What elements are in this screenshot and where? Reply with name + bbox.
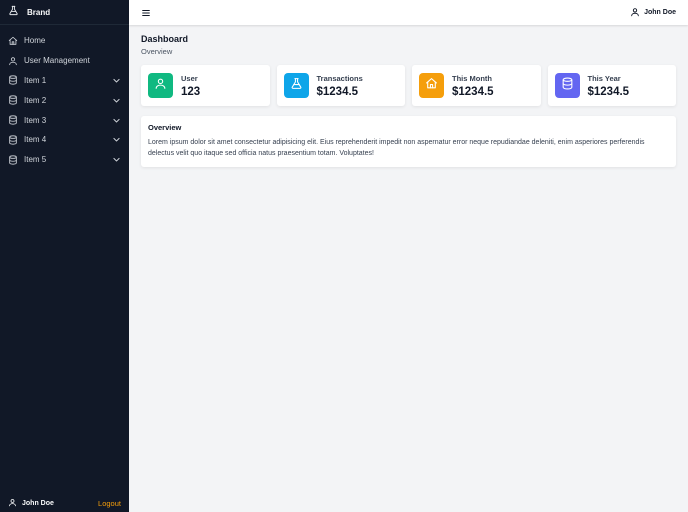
chevron-down-icon[interactable] (112, 116, 121, 125)
sidebar-item-item-1[interactable]: Item 1 (0, 71, 129, 91)
sidebar-item-label: Item 4 (24, 135, 47, 145)
sidebar-item-label: Item 2 (24, 95, 47, 105)
overview-text: Lorem ipsum dolor sit amet consectetur a… (148, 139, 645, 157)
sidebar-item-label: Item 3 (24, 115, 47, 125)
sidebar-item-home[interactable]: Home (0, 31, 129, 51)
stat-card-badge (283, 73, 309, 98)
stat-card-meta: User 123 (181, 74, 200, 98)
sidebar-user-name: John Doe (22, 499, 54, 507)
stat-card-title: This Year (587, 73, 621, 83)
stat-card-this-month: This Month $1234.5 (412, 65, 541, 106)
home-icon (425, 77, 438, 95)
stat-card-title: Transactions (316, 73, 363, 83)
stat-card-value: $1234.5 (452, 85, 494, 98)
chevron-down-icon[interactable] (112, 76, 121, 85)
home-icon (8, 36, 18, 46)
stat-card-value: $1234.5 (587, 85, 630, 98)
chevron-down-icon[interactable] (112, 155, 121, 164)
sidebar-footer: John Doe Logout (0, 494, 129, 512)
sidebar-item-item-2[interactable]: Item 2 (0, 90, 129, 110)
stat-card-meta: This Year $1234.5 (588, 74, 630, 98)
sidebar: Brand Home User Management Item 1 Item 2… (0, 0, 129, 512)
sidebar-item-item-4[interactable]: Item 4 (0, 130, 129, 150)
overview-title: Overview (148, 123, 182, 132)
topbar: John Doe (129, 0, 688, 25)
user-icon (630, 4, 640, 22)
database-icon (8, 135, 18, 145)
sidebar-nav: Home User Management Item 1 Item 2 Item … (0, 31, 129, 170)
database-icon (8, 75, 18, 86)
sidebar-item-user-management[interactable]: User Management (0, 51, 129, 71)
stat-card-meta: This Month $1234.5 (452, 74, 494, 98)
main-content: Dashboard Overview User 123 Transactions (129, 25, 688, 176)
stat-card-value: $1234.5 (316, 85, 359, 98)
sidebar-item-label: Item 5 (24, 155, 47, 165)
topbar-user-menu[interactable]: John Doe (630, 4, 676, 22)
chevron-down-icon[interactable] (112, 135, 121, 144)
sidebar-item-item-3[interactable]: Item 3 (0, 110, 129, 130)
sidebar-item-label: Item 1 (24, 75, 47, 85)
brand[interactable]: Brand (0, 0, 129, 25)
database-icon (8, 155, 18, 165)
stat-card-this-year: This Year $1234.5 (547, 65, 676, 106)
stat-card-badge (419, 73, 444, 98)
database-icon (8, 95, 18, 105)
stat-cards: User 123 Transactions $1234.5 This Month… (141, 65, 676, 106)
user-icon (8, 494, 17, 512)
logout-link[interactable]: Logout (98, 499, 121, 508)
sidebar-item-label: Home (24, 36, 46, 46)
page-subtitle: Overview (141, 47, 173, 56)
page-title: Dashboard (141, 34, 189, 44)
stat-card-title: User (181, 73, 198, 83)
stat-card-title: This Month (452, 73, 492, 83)
stat-card-meta: Transactions $1234.5 (317, 74, 363, 98)
hamburger-icon[interactable] (141, 8, 151, 18)
stat-card-badge (554, 73, 580, 98)
stat-card-user: User 123 (141, 65, 270, 106)
chevron-down-icon[interactable] (112, 96, 121, 105)
topbar-user-name: John Doe (644, 9, 676, 16)
flask-icon (8, 3, 19, 21)
sidebar-item-label: User Management (24, 56, 90, 66)
stat-card-transactions: Transactions $1234.5 (276, 65, 405, 106)
user-icon (154, 77, 167, 95)
database-icon (561, 77, 574, 95)
flask-icon (290, 77, 303, 95)
database-icon (8, 115, 18, 125)
stat-card-badge (148, 73, 173, 98)
overview-panel: Overview Lorem ipsum dolor sit amet cons… (141, 116, 676, 167)
brand-name: Brand (27, 7, 51, 17)
user-icon (8, 56, 18, 66)
stat-card-value: 123 (181, 85, 201, 98)
sidebar-item-item-5[interactable]: Item 5 (0, 150, 129, 170)
